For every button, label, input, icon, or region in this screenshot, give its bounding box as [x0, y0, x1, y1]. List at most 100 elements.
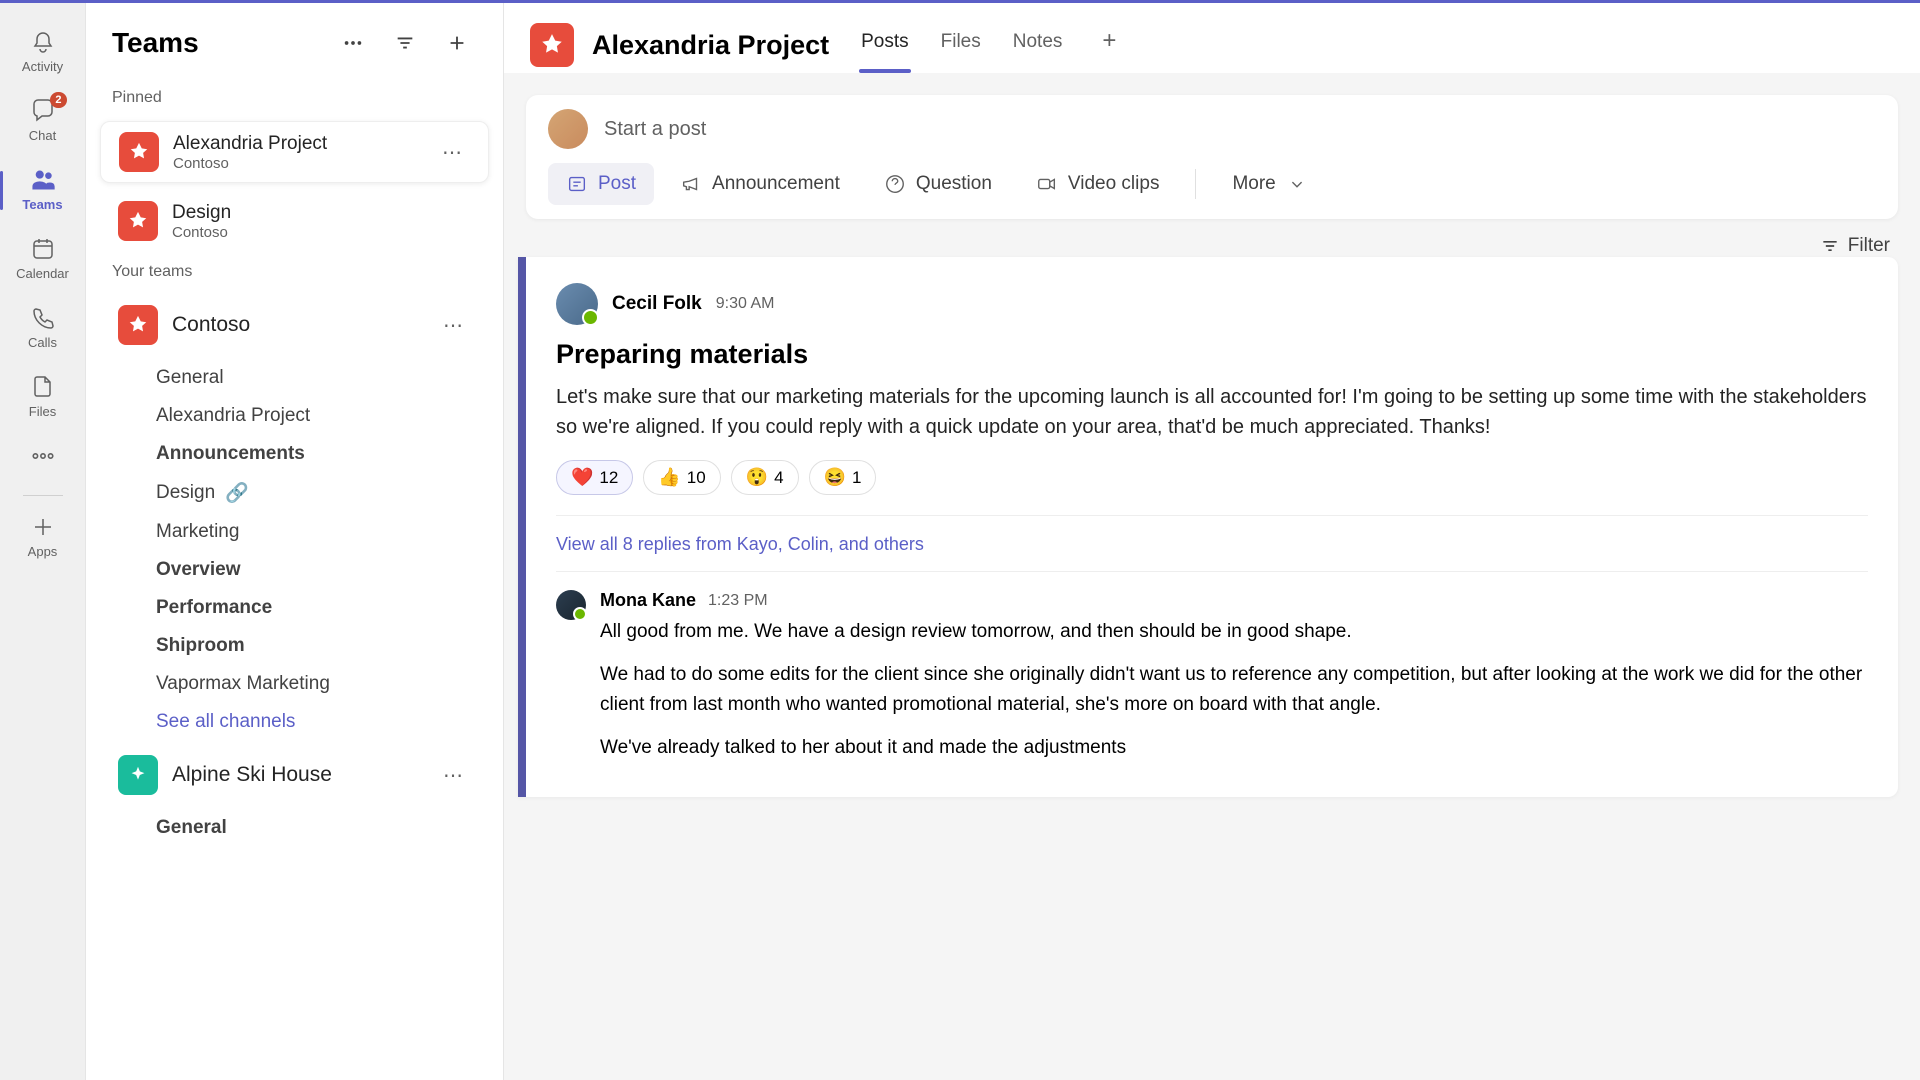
- sidebar-title: Teams: [112, 27, 321, 59]
- compose-box: Start a post Post Announcement Question …: [526, 95, 1898, 219]
- nav-label: Apps: [28, 544, 58, 559]
- nav-label: Files: [29, 404, 56, 419]
- channel-announcements[interactable]: Announcements: [156, 435, 503, 473]
- nav-calendar[interactable]: Calendar: [9, 228, 77, 291]
- reply-time: 1:23 PM: [708, 592, 768, 610]
- team-avatar-icon: [118, 201, 158, 241]
- team-name: Alpine Ski House: [172, 763, 421, 787]
- team-item-alpine[interactable]: Alpine Ski House ⋯: [100, 745, 489, 805]
- reaction-laugh[interactable]: 😆1: [809, 460, 877, 495]
- team-avatar-icon: [118, 755, 158, 795]
- pinned-item-alexandria[interactable]: Alexandria Project Contoso ⋯: [100, 121, 489, 183]
- team-more-button[interactable]: ⋯: [434, 136, 470, 169]
- reaction-like[interactable]: 👍10: [643, 460, 720, 495]
- channel-list-contoso: General Alexandria Project Announcements…: [86, 359, 503, 741]
- channel-title: Alexandria Project: [592, 30, 829, 61]
- post-author-avatar[interactable]: [556, 283, 598, 325]
- file-icon: [30, 374, 56, 400]
- channel-design[interactable]: Design🔗: [156, 473, 503, 513]
- compose-post-button[interactable]: Post: [548, 163, 654, 205]
- channel-marketing[interactable]: Marketing: [156, 513, 503, 551]
- team-name: Contoso: [172, 313, 421, 337]
- chat-badge: 2: [50, 92, 66, 108]
- calendar-icon: [30, 236, 56, 262]
- reply-text: We've already talked to her about it and…: [600, 733, 1868, 762]
- bell-icon: [30, 29, 56, 55]
- channel-performance[interactable]: Performance: [156, 589, 503, 627]
- nav-activity[interactable]: Activity: [9, 21, 77, 84]
- reply-text: All good from me. We have a design revie…: [600, 617, 1868, 646]
- sidebar-filter-button[interactable]: [385, 23, 425, 63]
- channel-shiproom[interactable]: Shiproom: [156, 627, 503, 665]
- team-name: Design: [172, 202, 471, 224]
- channel-list-alpine: General: [86, 809, 503, 847]
- link-icon: 🔗: [225, 481, 249, 505]
- nav-label: Chat: [29, 128, 56, 143]
- team-sub: Contoso: [172, 224, 471, 241]
- filter-button[interactable]: Filter: [1820, 235, 1890, 257]
- tab-notes[interactable]: Notes: [1011, 17, 1065, 73]
- pinned-item-design[interactable]: Design Contoso: [100, 191, 489, 251]
- team-avatar-icon: [118, 305, 158, 345]
- channel-vapormax[interactable]: Vapormax Marketing: [156, 665, 503, 703]
- compose-announcement-button[interactable]: Announcement: [662, 163, 858, 205]
- your-teams-label: Your teams: [86, 255, 503, 291]
- reply-item: Mona Kane 1:23 PM All good from me. We h…: [556, 571, 1868, 777]
- compose-more-button[interactable]: More: [1214, 163, 1325, 205]
- teams-sidebar: Teams Pinned Alexandria Project Contoso …: [86, 3, 504, 1080]
- reaction-surprised[interactable]: 😲4: [731, 460, 799, 495]
- channel-alexandria[interactable]: Alexandria Project: [156, 397, 503, 435]
- team-item-contoso[interactable]: Contoso ⋯: [100, 295, 489, 355]
- nav-label: Teams: [22, 197, 62, 212]
- nav-teams[interactable]: Teams: [9, 159, 77, 222]
- plus-icon: [30, 514, 56, 540]
- post-card: Cecil Folk 9:30 AM Preparing materials L…: [518, 257, 1898, 797]
- sidebar-add-button[interactable]: [437, 23, 477, 63]
- app-nav-rail: Activity 2 Chat Teams Calendar Calls Fil…: [0, 3, 86, 1080]
- channel-header: Alexandria Project Posts Files Notes +: [504, 3, 1920, 73]
- nav-chat[interactable]: 2 Chat: [9, 90, 77, 153]
- compose-question-button[interactable]: Question: [866, 163, 1010, 205]
- reply-text: We had to do some edits for the client s…: [600, 660, 1868, 719]
- post-body: Let's make sure that our marketing mater…: [556, 382, 1868, 442]
- team-name: Alexandria Project: [173, 133, 420, 155]
- user-avatar: [548, 109, 588, 149]
- add-tab-button[interactable]: +: [1092, 17, 1126, 73]
- nav-apps[interactable]: Apps: [9, 506, 77, 569]
- nav-label: Calendar: [16, 266, 69, 281]
- phone-icon: [30, 305, 56, 331]
- channel-general[interactable]: General: [156, 359, 503, 397]
- tab-posts[interactable]: Posts: [859, 17, 911, 73]
- post-author[interactable]: Cecil Folk: [612, 293, 702, 315]
- nav-files[interactable]: Files: [9, 366, 77, 429]
- nav-calls[interactable]: Calls: [9, 297, 77, 360]
- view-replies-link[interactable]: View all 8 replies from Kayo, Colin, and…: [556, 516, 1868, 565]
- teams-icon: [30, 167, 56, 193]
- sidebar-more-button[interactable]: [333, 23, 373, 63]
- channel-tabs: Posts Files Notes +: [859, 17, 1126, 73]
- team-more-button[interactable]: ⋯: [435, 309, 471, 342]
- post-title: Preparing materials: [556, 339, 1868, 370]
- channel-general-alpine[interactable]: General: [156, 809, 503, 847]
- compose-video-button[interactable]: Video clips: [1018, 163, 1178, 205]
- nav-more[interactable]: [9, 435, 77, 479]
- compose-input[interactable]: Start a post: [604, 118, 706, 141]
- nav-label: Activity: [22, 59, 63, 74]
- team-more-button[interactable]: ⋯: [435, 759, 471, 792]
- nav-divider: [23, 495, 63, 496]
- channel-overview[interactable]: Overview: [156, 551, 503, 589]
- channel-avatar-icon: [530, 23, 574, 67]
- main-content: Alexandria Project Posts Files Notes + S…: [504, 3, 1920, 1080]
- reaction-heart[interactable]: ❤️12: [556, 460, 633, 495]
- reply-author-avatar[interactable]: [556, 590, 586, 620]
- ellipsis-icon: [30, 443, 56, 469]
- team-avatar-icon: [119, 132, 159, 172]
- see-all-channels-link[interactable]: See all channels: [156, 703, 503, 741]
- reactions-bar: ❤️12 👍10 😲4 😆1: [556, 460, 1868, 516]
- reply-author[interactable]: Mona Kane: [600, 590, 696, 611]
- tab-files[interactable]: Files: [939, 17, 983, 73]
- separator: [1195, 169, 1196, 199]
- team-sub: Contoso: [173, 155, 420, 172]
- filter-icon: [1820, 236, 1840, 256]
- post-time: 9:30 AM: [716, 295, 775, 313]
